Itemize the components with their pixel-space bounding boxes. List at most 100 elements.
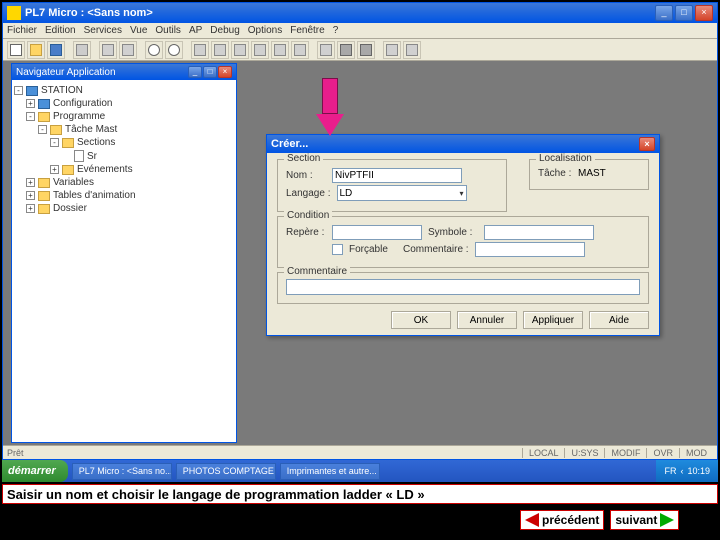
menu-ap[interactable]: AP	[189, 25, 202, 36]
tb-b6[interactable]	[291, 41, 309, 59]
tache-label: Tâche :	[538, 168, 572, 179]
tree-root-label: STATION	[41, 85, 83, 96]
tree-item[interactable]: + Tables d'animation	[26, 189, 234, 202]
tree-toggle-icon[interactable]: +	[50, 165, 59, 174]
nav-close[interactable]: ×	[218, 66, 232, 78]
langage-select[interactable]: LD	[337, 185, 467, 201]
monitor-icon	[38, 99, 50, 109]
taskbar-item[interactable]: PHOTOS COMPTAGE ...	[176, 463, 276, 480]
tb-b7[interactable]	[317, 41, 335, 59]
tree-item[interactable]: +Dossier	[26, 202, 234, 215]
tree-toggle-icon[interactable]: -	[26, 112, 35, 121]
tb-search2[interactable]	[165, 41, 183, 59]
tree-item[interactable]: -Sections	[50, 136, 234, 149]
start-label: démarrer	[8, 465, 56, 477]
tree-item[interactable]: -Tâche Mast	[38, 123, 234, 136]
tree-toggle-icon[interactable]: +	[26, 204, 35, 213]
comment-text-input[interactable]	[286, 279, 640, 295]
dialog-buttons: OK Annuler Appliquer Aide	[391, 311, 649, 329]
tb-print[interactable]	[73, 41, 91, 59]
tb-b5[interactable]	[271, 41, 289, 59]
redo-icon	[122, 44, 134, 56]
start-button[interactable]: démarrer	[2, 460, 68, 482]
tb-undo[interactable]	[99, 41, 117, 59]
folder-icon	[38, 204, 50, 214]
tree-item[interactable]: + Evénements	[50, 163, 234, 176]
tb-info[interactable]	[403, 41, 421, 59]
tree-root[interactable]: - STATION	[14, 84, 234, 97]
tree-item[interactable]: + Variables	[26, 176, 234, 189]
tb-save[interactable]	[47, 41, 65, 59]
tb-open[interactable]	[27, 41, 45, 59]
system-tray[interactable]: FR ‹ 10:19	[656, 460, 718, 482]
main-title: PL7 Micro : <Sans nom>	[25, 7, 655, 19]
tool-icon	[254, 44, 266, 56]
menu-options[interactable]: Options	[248, 25, 282, 36]
tree-toggle-icon[interactable]: +	[26, 191, 35, 200]
maximize-button[interactable]: □	[675, 5, 693, 21]
tree-item[interactable]: Sr	[62, 149, 234, 163]
tb-redo[interactable]	[119, 41, 137, 59]
menu-edition[interactable]: Edition	[45, 25, 76, 36]
tree-item[interactable]: +Configuration	[26, 97, 234, 110]
langage-label: Langage :	[286, 188, 331, 199]
tool-icon	[194, 44, 206, 56]
new-icon	[10, 44, 22, 56]
menu-services[interactable]: Services	[84, 25, 122, 36]
nav-minimize[interactable]: _	[188, 66, 202, 78]
tree-toggle-icon[interactable]: +	[26, 99, 35, 108]
tb-b9[interactable]	[357, 41, 375, 59]
taskbar-item[interactable]: PL7 Micro : <Sans no...	[72, 463, 172, 480]
tb-b4[interactable]	[251, 41, 269, 59]
menu-help[interactable]: ?	[333, 25, 339, 36]
ok-button[interactable]: OK	[391, 311, 451, 329]
nom-input[interactable]	[332, 168, 462, 183]
tree-toggle-icon[interactable]: -	[14, 86, 23, 95]
minimize-button[interactable]: _	[655, 5, 673, 21]
tree-label: Variables	[53, 177, 94, 188]
window-controls: _ □ ×	[655, 5, 713, 21]
menu-fenetre[interactable]: Fenêtre	[290, 25, 324, 36]
close-button[interactable]: ×	[695, 5, 713, 21]
dialog-close-button[interactable]: ×	[639, 137, 655, 151]
menu-debug[interactable]: Debug	[210, 25, 239, 36]
status-mod: MOD	[679, 448, 713, 458]
main-titlebar: PL7 Micro : <Sans nom> _ □ ×	[3, 3, 717, 23]
status-mode2: U:SYS	[564, 448, 604, 458]
appliquer-button[interactable]: Appliquer	[523, 311, 583, 329]
app-icon	[7, 6, 21, 20]
commentaire-fieldset: Commentaire	[277, 272, 649, 304]
nav-maximize[interactable]: □	[203, 66, 217, 78]
tb-new[interactable]	[7, 41, 25, 59]
caption-text: Saisir un nom et choisir le langage de p…	[7, 487, 425, 502]
tb-b8[interactable]	[337, 41, 355, 59]
repere-input[interactable]	[332, 225, 422, 240]
tree-label: Tables d'animation	[53, 190, 136, 201]
tree-label: Programme	[53, 111, 105, 122]
symbole-input[interactable]	[484, 225, 594, 240]
arrow-shaft	[322, 78, 338, 114]
tree-item[interactable]: - Programme	[26, 110, 234, 123]
folder-icon	[50, 125, 62, 135]
tb-search[interactable]	[145, 41, 163, 59]
menu-vue[interactable]: Vue	[130, 25, 147, 36]
commentaire-label: Commentaire :	[403, 244, 469, 255]
taskbar-item[interactable]: Imprimantes et autre...	[280, 463, 380, 480]
aide-button[interactable]: Aide	[589, 311, 649, 329]
tree-toggle-icon[interactable]: -	[50, 138, 59, 147]
tb-help[interactable]	[383, 41, 401, 59]
prev-button[interactable]: précédent	[520, 510, 604, 530]
next-button[interactable]: suivant	[610, 510, 679, 530]
tb-b3[interactable]	[231, 41, 249, 59]
menu-fichier[interactable]: Fichier	[7, 25, 37, 36]
annuler-button[interactable]: Annuler	[457, 311, 517, 329]
forcable-checkbox[interactable]	[332, 244, 343, 255]
tb-b1[interactable]	[191, 41, 209, 59]
repere-label: Repère :	[286, 227, 326, 238]
tb-b2[interactable]	[211, 41, 229, 59]
tree-toggle-icon[interactable]: -	[38, 125, 47, 134]
menu-outils[interactable]: Outils	[155, 25, 181, 36]
commentaire-input[interactable]	[475, 242, 585, 257]
tree-label: Evénements	[77, 164, 133, 175]
tree-toggle-icon[interactable]: +	[26, 178, 35, 187]
